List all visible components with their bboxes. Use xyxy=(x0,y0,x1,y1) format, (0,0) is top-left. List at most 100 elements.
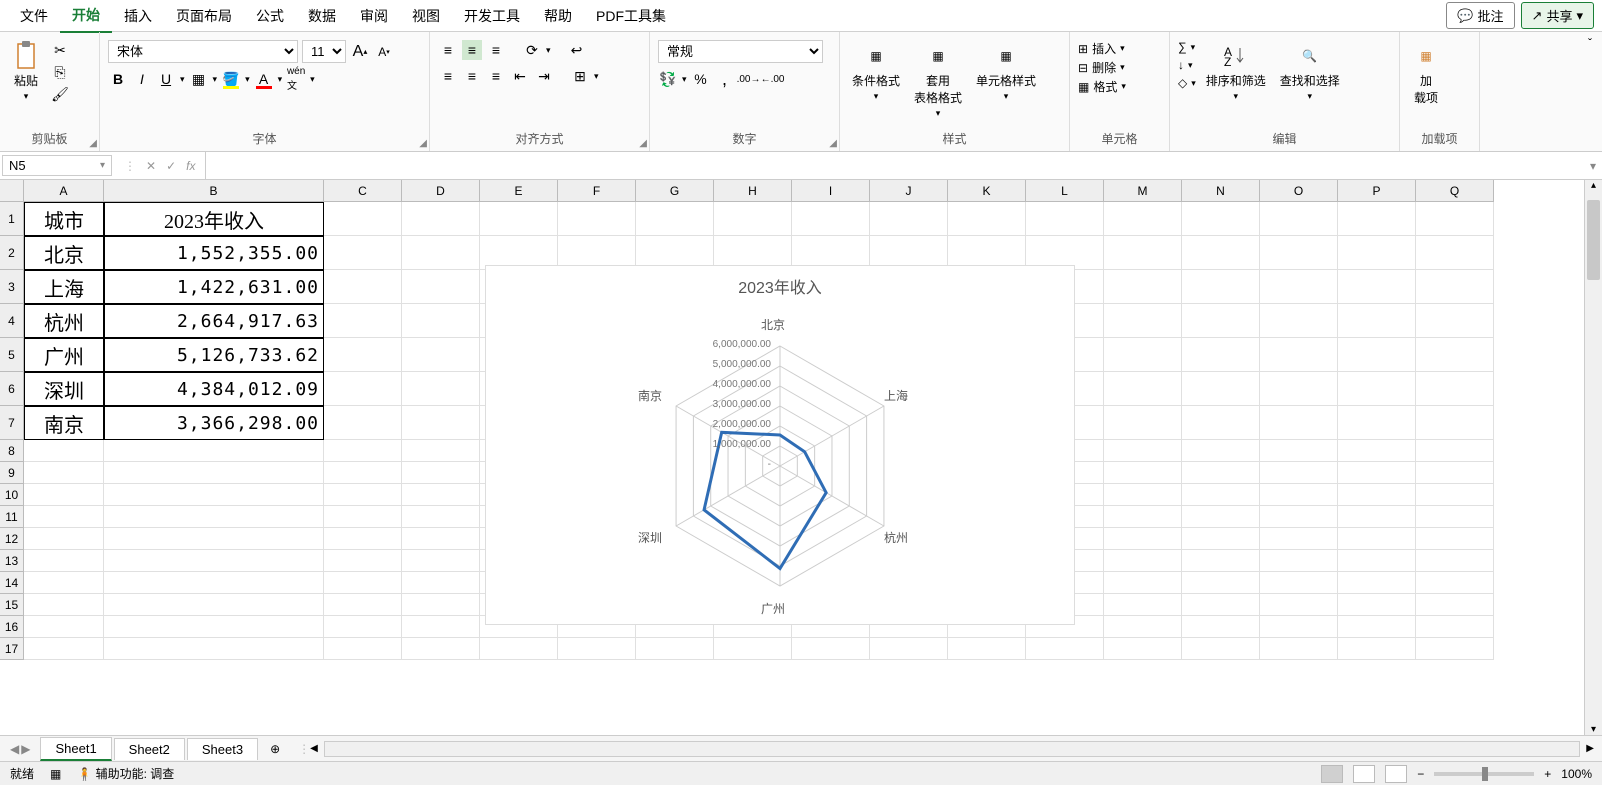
cell[interactable] xyxy=(714,202,792,236)
cell[interactable] xyxy=(870,202,948,236)
data-cell[interactable]: 广州 xyxy=(24,338,104,372)
paste-button[interactable]: 粘贴▾ xyxy=(8,40,44,104)
row-header-13[interactable]: 13 xyxy=(0,550,24,572)
scroll-thumb[interactable] xyxy=(1587,200,1600,280)
cell[interactable] xyxy=(104,616,324,638)
cell[interactable] xyxy=(402,406,480,440)
cell[interactable] xyxy=(1182,550,1260,572)
cell[interactable] xyxy=(104,440,324,462)
cell[interactable] xyxy=(104,506,324,528)
spreadsheet-grid[interactable]: ABCDEFGHIJKLMNOPQ 1234567891011121314151… xyxy=(0,180,1602,735)
data-cell[interactable]: 城市 xyxy=(24,202,104,236)
cell[interactable] xyxy=(1416,594,1494,616)
col-header-P[interactable]: P xyxy=(1338,180,1416,202)
currency-button[interactable]: 💱 xyxy=(658,69,678,89)
cell[interactable] xyxy=(1104,440,1182,462)
cell[interactable] xyxy=(1260,572,1338,594)
cell[interactable] xyxy=(1104,236,1182,270)
data-cell[interactable]: 2023年收入 xyxy=(104,202,324,236)
col-header-K[interactable]: K xyxy=(948,180,1026,202)
menu-tab-home[interactable]: 开始 xyxy=(60,0,112,33)
addins-button[interactable]: ▦加 载项 xyxy=(1408,40,1444,108)
decrease-decimal-button[interactable]: ←.00 xyxy=(763,69,783,89)
cell[interactable] xyxy=(1104,550,1182,572)
decrease-indent-button[interactable]: ⇤ xyxy=(510,66,530,86)
cell[interactable] xyxy=(1338,550,1416,572)
align-right-button[interactable]: ≡ xyxy=(486,66,506,86)
cut-button[interactable]: ✂ xyxy=(50,40,70,60)
cell[interactable] xyxy=(1416,440,1494,462)
dialog-launcher-icon[interactable]: ◢ xyxy=(419,138,427,149)
clear-button[interactable]: ◇▾ xyxy=(1178,76,1196,90)
cell[interactable] xyxy=(1338,270,1416,304)
row-header-11[interactable]: 11 xyxy=(0,506,24,528)
cell[interactable] xyxy=(1260,506,1338,528)
cell[interactable] xyxy=(1416,484,1494,506)
cell[interactable] xyxy=(104,528,324,550)
font-size-select[interactable]: 11 xyxy=(302,40,346,63)
cell[interactable] xyxy=(1104,202,1182,236)
cell[interactable] xyxy=(402,616,480,638)
cell[interactable] xyxy=(24,616,104,638)
cell[interactable] xyxy=(1260,550,1338,572)
cell[interactable] xyxy=(104,638,324,660)
cell[interactable] xyxy=(1104,638,1182,660)
cell[interactable] xyxy=(714,638,792,660)
cell[interactable] xyxy=(1104,484,1182,506)
format-cells-button[interactable]: ▦格式 ▾ xyxy=(1078,78,1126,95)
vertical-scrollbar[interactable]: ▴ ▾ xyxy=(1584,180,1602,735)
data-cell[interactable]: 南京 xyxy=(24,406,104,440)
cell[interactable] xyxy=(24,594,104,616)
cell[interactable] xyxy=(558,202,636,236)
cell[interactable] xyxy=(324,484,402,506)
menu-tab-view[interactable]: 视图 xyxy=(400,0,452,32)
name-box[interactable]: N5▾ xyxy=(2,155,112,176)
cell[interactable] xyxy=(402,528,480,550)
cell[interactable] xyxy=(1104,462,1182,484)
menu-tab-help[interactable]: 帮助 xyxy=(532,0,584,32)
accept-formula-button[interactable]: ✓ xyxy=(166,159,176,173)
zoom-slider[interactable] xyxy=(1434,772,1534,776)
data-cell[interactable]: 杭州 xyxy=(24,304,104,338)
cell[interactable] xyxy=(324,616,402,638)
cell[interactable] xyxy=(1104,304,1182,338)
cell[interactable] xyxy=(1338,440,1416,462)
grip-icon[interactable]: ⋮ xyxy=(124,159,136,173)
col-header-B[interactable]: B xyxy=(104,180,324,202)
cell[interactable] xyxy=(1338,594,1416,616)
cell[interactable] xyxy=(24,528,104,550)
cell[interactable] xyxy=(558,638,636,660)
menu-tab-review[interactable]: 审阅 xyxy=(348,0,400,32)
cell[interactable] xyxy=(1416,462,1494,484)
cell[interactable] xyxy=(1182,484,1260,506)
cell[interactable] xyxy=(1260,338,1338,372)
col-header-L[interactable]: L xyxy=(1026,180,1104,202)
zoom-out-button[interactable]: − xyxy=(1417,767,1424,781)
cell[interactable] xyxy=(104,594,324,616)
cell[interactable] xyxy=(1104,372,1182,406)
cell[interactable] xyxy=(324,304,402,338)
cell[interactable] xyxy=(402,440,480,462)
cell[interactable] xyxy=(1338,638,1416,660)
cell[interactable] xyxy=(1416,202,1494,236)
cell[interactable] xyxy=(402,550,480,572)
row-header-8[interactable]: 8 xyxy=(0,440,24,462)
chart-radar[interactable]: 2023年收入 北京上海杭州广州深圳南京-1,000,000.002,000,0… xyxy=(485,265,1075,625)
cell[interactable] xyxy=(636,202,714,236)
data-cell[interactable]: 4,384,012.09 xyxy=(104,372,324,406)
view-page-layout-button[interactable] xyxy=(1353,765,1375,783)
cell[interactable] xyxy=(324,202,402,236)
cell[interactable] xyxy=(1182,406,1260,440)
cell[interactable] xyxy=(1416,236,1494,270)
cell[interactable] xyxy=(1182,594,1260,616)
col-header-Q[interactable]: Q xyxy=(1416,180,1494,202)
cell[interactable] xyxy=(1260,528,1338,550)
sheet-nav-prev[interactable]: ◀ xyxy=(10,742,19,756)
cell[interactable] xyxy=(792,202,870,236)
scroll-up-button[interactable]: ▴ xyxy=(1585,180,1602,191)
row-header-7[interactable]: 7 xyxy=(0,406,24,440)
cell[interactable] xyxy=(1182,528,1260,550)
cell[interactable] xyxy=(1338,506,1416,528)
collapse-ribbon-button[interactable]: ˇ xyxy=(1578,32,1602,151)
select-all-corner[interactable] xyxy=(0,180,24,202)
